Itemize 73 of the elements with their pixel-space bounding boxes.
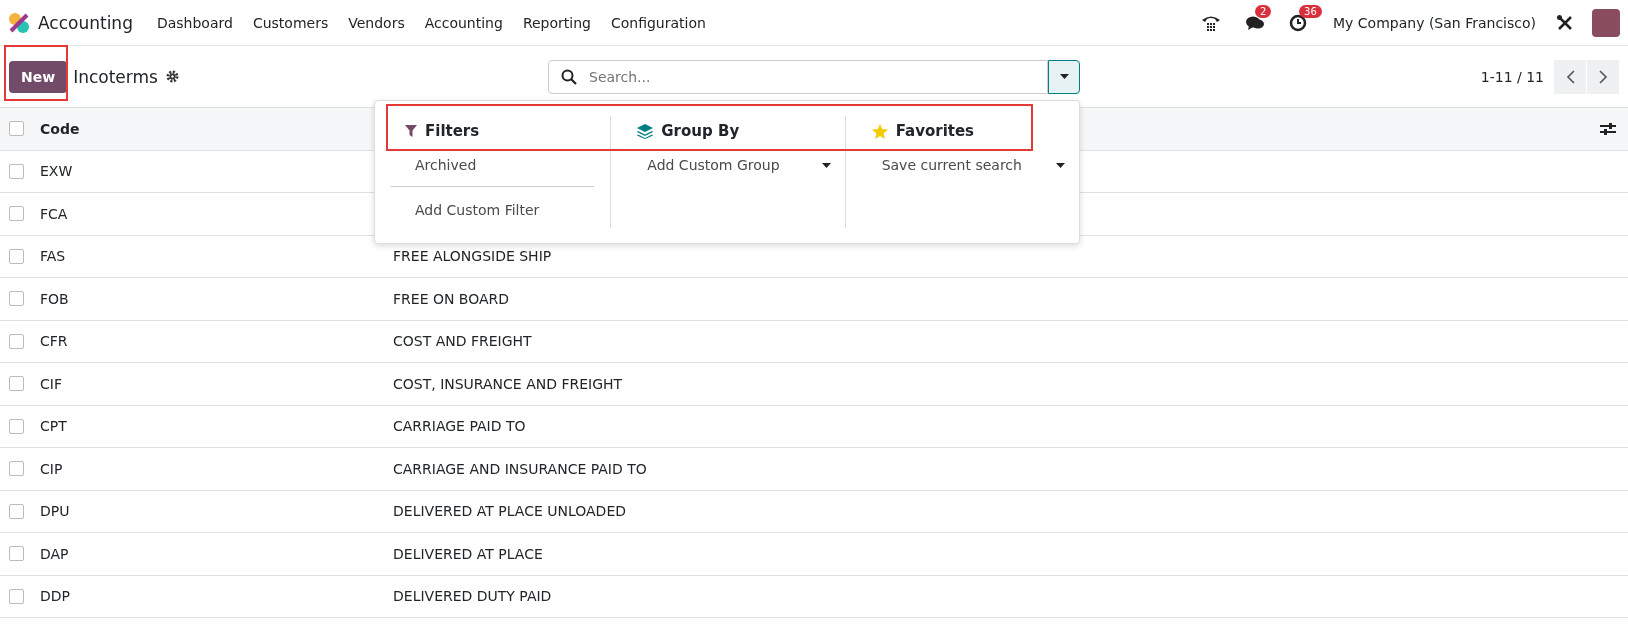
highlight-frame bbox=[4, 45, 68, 101]
activity-count-badge: 36 bbox=[1299, 4, 1322, 18]
search-field[interactable]: Search... bbox=[548, 59, 1048, 94]
row-checkbox[interactable] bbox=[9, 503, 24, 519]
menu-item[interactable]: Customers bbox=[252, 14, 329, 31]
menu-item[interactable]: Dashboard bbox=[156, 14, 233, 31]
table-cell: DDP bbox=[40, 588, 70, 605]
search-options-toggle[interactable] bbox=[1048, 59, 1080, 94]
next-page-button[interactable] bbox=[1587, 59, 1619, 94]
caret-icon bbox=[1056, 162, 1065, 168]
pager-value: 1-11 / 11 bbox=[1480, 68, 1544, 85]
table-cell: COST AND FREIGHT bbox=[393, 333, 532, 350]
select-all-checkbox[interactable] bbox=[9, 121, 24, 137]
row-checkbox[interactable] bbox=[9, 418, 24, 434]
menu-item[interactable]: Reporting bbox=[522, 14, 591, 31]
column-settings-icon bbox=[1600, 121, 1616, 136]
table-cell: CARRIAGE PAID TO bbox=[393, 418, 526, 435]
section-title: Favorites bbox=[895, 122, 975, 140]
column-header[interactable]: Code bbox=[40, 120, 80, 137]
row-checkbox[interactable] bbox=[9, 376, 24, 392]
table-cell: DELIVERED AT PLACE UNLOADED bbox=[393, 503, 627, 520]
search-input[interactable]: Search... bbox=[587, 67, 1035, 86]
section-title: Filters bbox=[425, 122, 480, 140]
activities-button[interactable] bbox=[1289, 13, 1308, 32]
row-checkbox[interactable] bbox=[9, 206, 24, 222]
filter-icon bbox=[405, 125, 417, 137]
table-cell: CFR bbox=[40, 333, 68, 350]
row-checkbox[interactable] bbox=[9, 461, 24, 477]
table-cell: FREE ON BOARD bbox=[393, 290, 510, 307]
add-custom-group-select[interactable]: Add Custom Group bbox=[637, 156, 845, 174]
row-checkbox[interactable] bbox=[9, 163, 24, 179]
new-button[interactable]: New bbox=[9, 60, 68, 93]
row-checkbox[interactable] bbox=[9, 333, 24, 349]
star-icon bbox=[871, 123, 888, 139]
table-cell: DAP bbox=[40, 545, 69, 562]
row-checkbox[interactable] bbox=[9, 588, 24, 604]
row-checkbox[interactable] bbox=[9, 546, 24, 562]
layers-icon bbox=[637, 123, 654, 139]
caret-icon bbox=[1059, 74, 1069, 79]
app-name[interactable]: Accounting bbox=[38, 12, 133, 33]
section-title: Group By bbox=[661, 122, 740, 140]
row-checkbox[interactable] bbox=[9, 248, 24, 264]
table-cell: COST, INSURANCE AND FREIGHT bbox=[393, 375, 623, 392]
table-cell: DELIVERED AT PLACE bbox=[393, 545, 543, 562]
clock-icon bbox=[1289, 13, 1308, 32]
chevron-left-icon bbox=[1565, 69, 1575, 84]
save-search-toggle[interactable]: Save current search bbox=[871, 156, 1079, 174]
search-icon bbox=[561, 68, 577, 85]
message-count-badge: 2 bbox=[1255, 4, 1272, 18]
table-cell: FAS bbox=[40, 248, 66, 265]
table-cell: CIP bbox=[40, 460, 63, 477]
menu-item[interactable]: Configuration bbox=[610, 14, 706, 31]
table-cell: CARRIAGE AND INSURANCE PAID TO bbox=[393, 460, 647, 477]
table-cell: FCA bbox=[40, 205, 68, 222]
menu-item[interactable]: Accounting bbox=[424, 14, 503, 31]
previous-page-button[interactable] bbox=[1554, 59, 1586, 94]
chevron-right-icon bbox=[1598, 69, 1608, 84]
table-cell: FREE ALONGSIDE SHIP bbox=[393, 248, 552, 265]
table-cell: CIF bbox=[40, 375, 62, 392]
user-avatar[interactable] bbox=[1592, 8, 1620, 37]
table-cell: CPT bbox=[40, 418, 67, 435]
filter-option[interactable]: Archived bbox=[391, 156, 611, 174]
row-checkbox[interactable] bbox=[9, 291, 24, 307]
app-logo-icon bbox=[8, 11, 30, 34]
page-title: Incoterms bbox=[73, 66, 158, 87]
table-cell: FOB bbox=[40, 290, 69, 307]
company-switcher[interactable]: My Company (San Francisco) bbox=[1333, 14, 1536, 31]
table-cell: EXW bbox=[40, 163, 73, 180]
add-custom-filter-link[interactable]: Add Custom Filter bbox=[391, 201, 611, 219]
menu-item[interactable]: Vendors bbox=[348, 14, 405, 31]
caret-icon bbox=[821, 162, 831, 168]
table-cell: DPU bbox=[40, 503, 70, 520]
table-cell: DELIVERED DUTY PAID bbox=[393, 588, 552, 605]
